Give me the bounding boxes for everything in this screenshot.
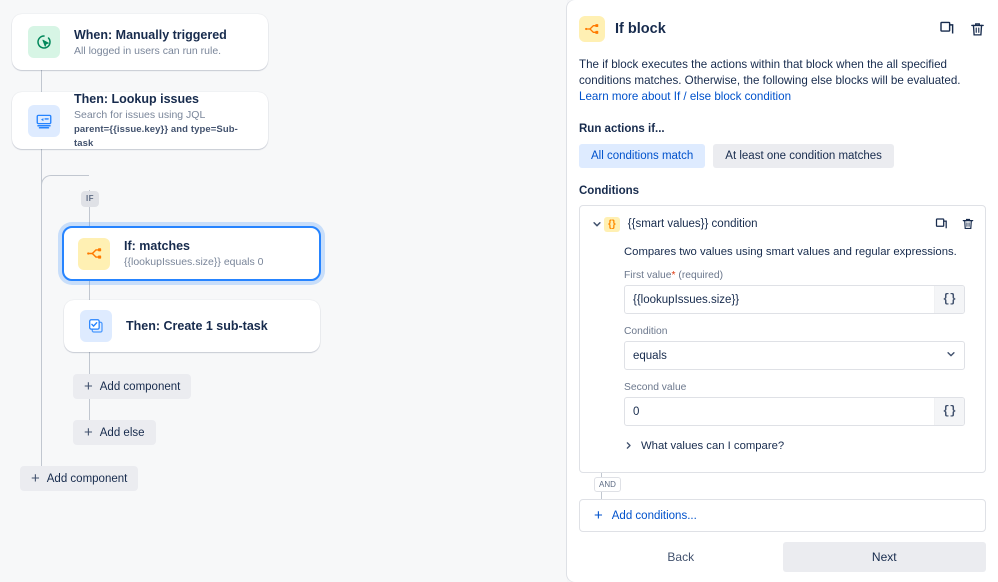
create-subtask-icon [80,310,112,342]
rule-step-title: Then: Create 1 sub-task [126,318,268,334]
rule-step-if-matches[interactable]: If: matches {{lookupIssues.size}} equals… [62,226,321,281]
duplicate-icon[interactable] [938,20,956,38]
panel-description-text: The if block executes the actions within… [579,58,961,87]
condition-name: {{smart values}} condition [628,218,758,230]
smart-value-picker-button[interactable]: {} [934,286,964,313]
rule-step-create-subtask[interactable]: Then: Create 1 sub-task [64,300,320,352]
back-button[interactable]: Back [579,542,783,572]
condition-body: Compares two values using smart values a… [590,246,975,452]
if-block-details-panel: If block [567,0,998,582]
smart-value-picker-button[interactable]: {} [934,398,964,425]
rule-step-trigger[interactable]: When: Manually triggered All logged in u… [12,14,268,70]
and-badge: AND [594,477,621,492]
condition-help-text: Compares two values using smart values a… [624,246,965,258]
add-else-button[interactable]: + Add else [73,420,156,445]
panel-header: If block [579,12,986,46]
panel-footer: Back Next [579,542,986,572]
conditions-label: Conditions [579,185,986,197]
smart-value-badge: {} [604,217,620,232]
condition-card: {} {{smart values}} condition [579,205,986,473]
run-actions-segmented-control: All conditions match At least one condit… [579,144,986,168]
panel-description: The if block executes the actions within… [579,57,986,105]
condition-select-label: Condition [624,326,965,337]
add-component-inner-button[interactable]: + Add component [73,374,191,399]
plus-icon: + [594,508,603,523]
rule-step-lookup-issues[interactable]: Then: Lookup issues Search for issues us… [12,92,268,149]
condition-select-value: equals [633,350,667,362]
plus-icon: + [31,471,40,486]
rule-step-title: When: Manually triggered [74,27,227,43]
chevron-right-icon [624,441,633,452]
first-value-field[interactable]: {} [624,285,965,314]
duplicate-icon[interactable] [934,217,949,232]
required-star: * [672,270,676,281]
rule-step-title: Then: Lookup issues [74,91,252,107]
lookup-issues-icon [28,105,60,137]
condition-actions [934,217,975,232]
plus-icon: + [84,425,93,440]
what-values-disclosure[interactable]: What values can I compare? [624,440,965,452]
rule-step-subtitle: {{lookupIssues.size}} equals 0 [124,255,264,269]
chevron-down-icon [946,349,956,362]
run-actions-label: Run actions if... [579,123,986,135]
second-value-label: Second value [624,382,965,393]
rule-step-detail: parent={{issue.key}} and type=Sub-task [74,123,252,151]
condition-header: {} {{smart values}} condition [590,214,975,234]
rule-step-subtitle: Search for issues using JQL [74,108,252,122]
trash-icon[interactable] [969,21,986,38]
trash-icon[interactable] [961,217,975,231]
first-value-input[interactable] [625,286,934,313]
add-component-inner-label: Add component [100,381,181,393]
condition-select[interactable]: equals [624,341,965,370]
segment-at-least-one-condition-matches[interactable]: At least one condition matches [713,144,894,168]
if-badge: IF [81,191,99,207]
and-connector: AND [579,473,986,499]
panel-actions [938,20,986,38]
first-value-required-text: (required) [678,270,723,281]
what-values-disclosure-label: What values can I compare? [641,440,784,452]
learn-more-link[interactable]: Learn more about If / else block conditi… [579,90,791,103]
add-else-label: Add else [100,427,145,439]
add-conditions-label: Add conditions... [612,510,697,522]
first-value-label: First value* (required) [624,270,965,281]
next-button[interactable]: Next [783,542,987,572]
if-branch-icon [78,238,110,270]
plus-icon: + [84,379,93,394]
segment-all-conditions-match[interactable]: All conditions match [579,144,705,168]
rule-step-subtitle: All logged in users can run rule. [74,44,227,58]
if-branch-icon [579,16,605,42]
add-component-outer-label: Add component [47,473,128,485]
add-conditions-button[interactable]: + Add conditions... [579,499,986,532]
second-value-field[interactable]: {} [624,397,965,426]
cursor-click-icon [28,26,60,58]
second-value-input[interactable] [625,398,934,425]
add-component-outer-button[interactable]: + Add component [20,466,138,491]
connector-branch-elbow [41,175,89,191]
page-title: If block [615,21,666,37]
rule-canvas: IF When: Manually triggered All logged i… [0,0,567,582]
first-value-label-text: First value [624,270,672,281]
chevron-down-icon[interactable] [590,219,604,229]
rule-step-title: If: matches [124,238,264,254]
connector-main-spine [41,149,42,478]
